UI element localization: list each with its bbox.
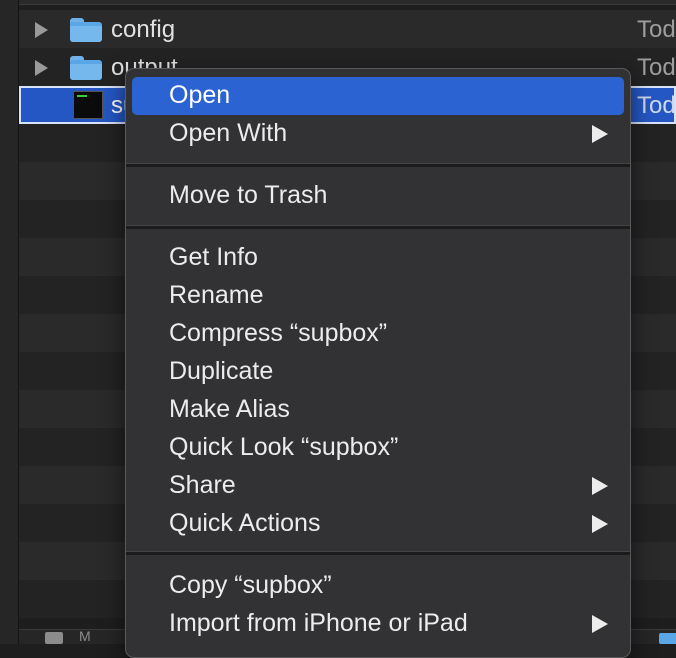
menu-separator — [126, 163, 630, 167]
file-date: Tod — [637, 54, 676, 81]
terminal-executable-icon — [73, 91, 103, 119]
menu-item-label: Open — [169, 81, 231, 109]
menu-item-get-info[interactable]: Get Info — [132, 239, 624, 277]
menu-item-label: Duplicate — [169, 357, 274, 385]
menu-item-compress[interactable]: Compress “supbox” — [132, 315, 624, 353]
menu-item-import-from-iphone[interactable]: Import from iPhone or iPad — [132, 605, 624, 643]
file-date: Tod — [637, 92, 676, 119]
menu-item-rename[interactable]: Rename — [132, 277, 624, 315]
menu-item-duplicate[interactable]: Duplicate — [132, 353, 624, 391]
menu-item-move-to-trash[interactable]: Move to Trash — [132, 177, 624, 215]
submenu-arrow-icon — [592, 515, 608, 533]
menu-item-make-alias[interactable]: Make Alias — [132, 391, 624, 429]
disclosure-triangle-icon[interactable] — [35, 60, 48, 76]
path-bar-label[interactable]: M — [79, 628, 91, 644]
menu-item-label: Make Alias — [169, 395, 290, 423]
folder-icon — [659, 633, 676, 644]
menu-item-label: Quick Look “supbox” — [169, 433, 399, 461]
menu-item-quick-look[interactable]: Quick Look “supbox” — [132, 429, 624, 467]
context-menu: Open Open With Move to Trash Get Info Re… — [125, 68, 631, 658]
submenu-arrow-icon — [592, 615, 608, 633]
file-row-config[interactable]: config Tod — [19, 10, 676, 48]
menu-item-label: Move to Trash — [169, 181, 328, 209]
disk-icon — [45, 632, 63, 644]
menu-item-label: Import from iPhone or iPad — [169, 609, 468, 637]
menu-item-label: Copy “supbox” — [169, 571, 332, 599]
menu-separator — [126, 551, 630, 555]
menu-item-open[interactable]: Open — [132, 77, 624, 115]
file-date: Tod — [637, 16, 676, 43]
menu-item-quick-actions[interactable]: Quick Actions — [132, 505, 624, 543]
menu-item-label: Rename — [169, 281, 264, 309]
folder-icon — [70, 56, 102, 80]
menu-item-label: Quick Actions — [169, 509, 321, 537]
submenu-arrow-icon — [592, 477, 608, 495]
menu-item-label: Compress “supbox” — [169, 319, 388, 347]
menu-item-open-with[interactable]: Open With — [132, 115, 624, 153]
menu-item-share[interactable]: Share — [132, 467, 624, 505]
menu-item-label: Get Info — [169, 243, 258, 271]
sidebar-edge — [0, 0, 19, 644]
menu-item-label: Open With — [169, 119, 288, 147]
submenu-arrow-icon — [592, 125, 608, 143]
menu-item-copy[interactable]: Copy “supbox” — [132, 567, 624, 605]
folder-icon — [70, 18, 102, 42]
menu-item-label: Share — [169, 471, 236, 499]
menu-separator — [126, 225, 630, 229]
file-name: config — [111, 16, 176, 43]
disclosure-triangle-icon[interactable] — [35, 22, 48, 38]
